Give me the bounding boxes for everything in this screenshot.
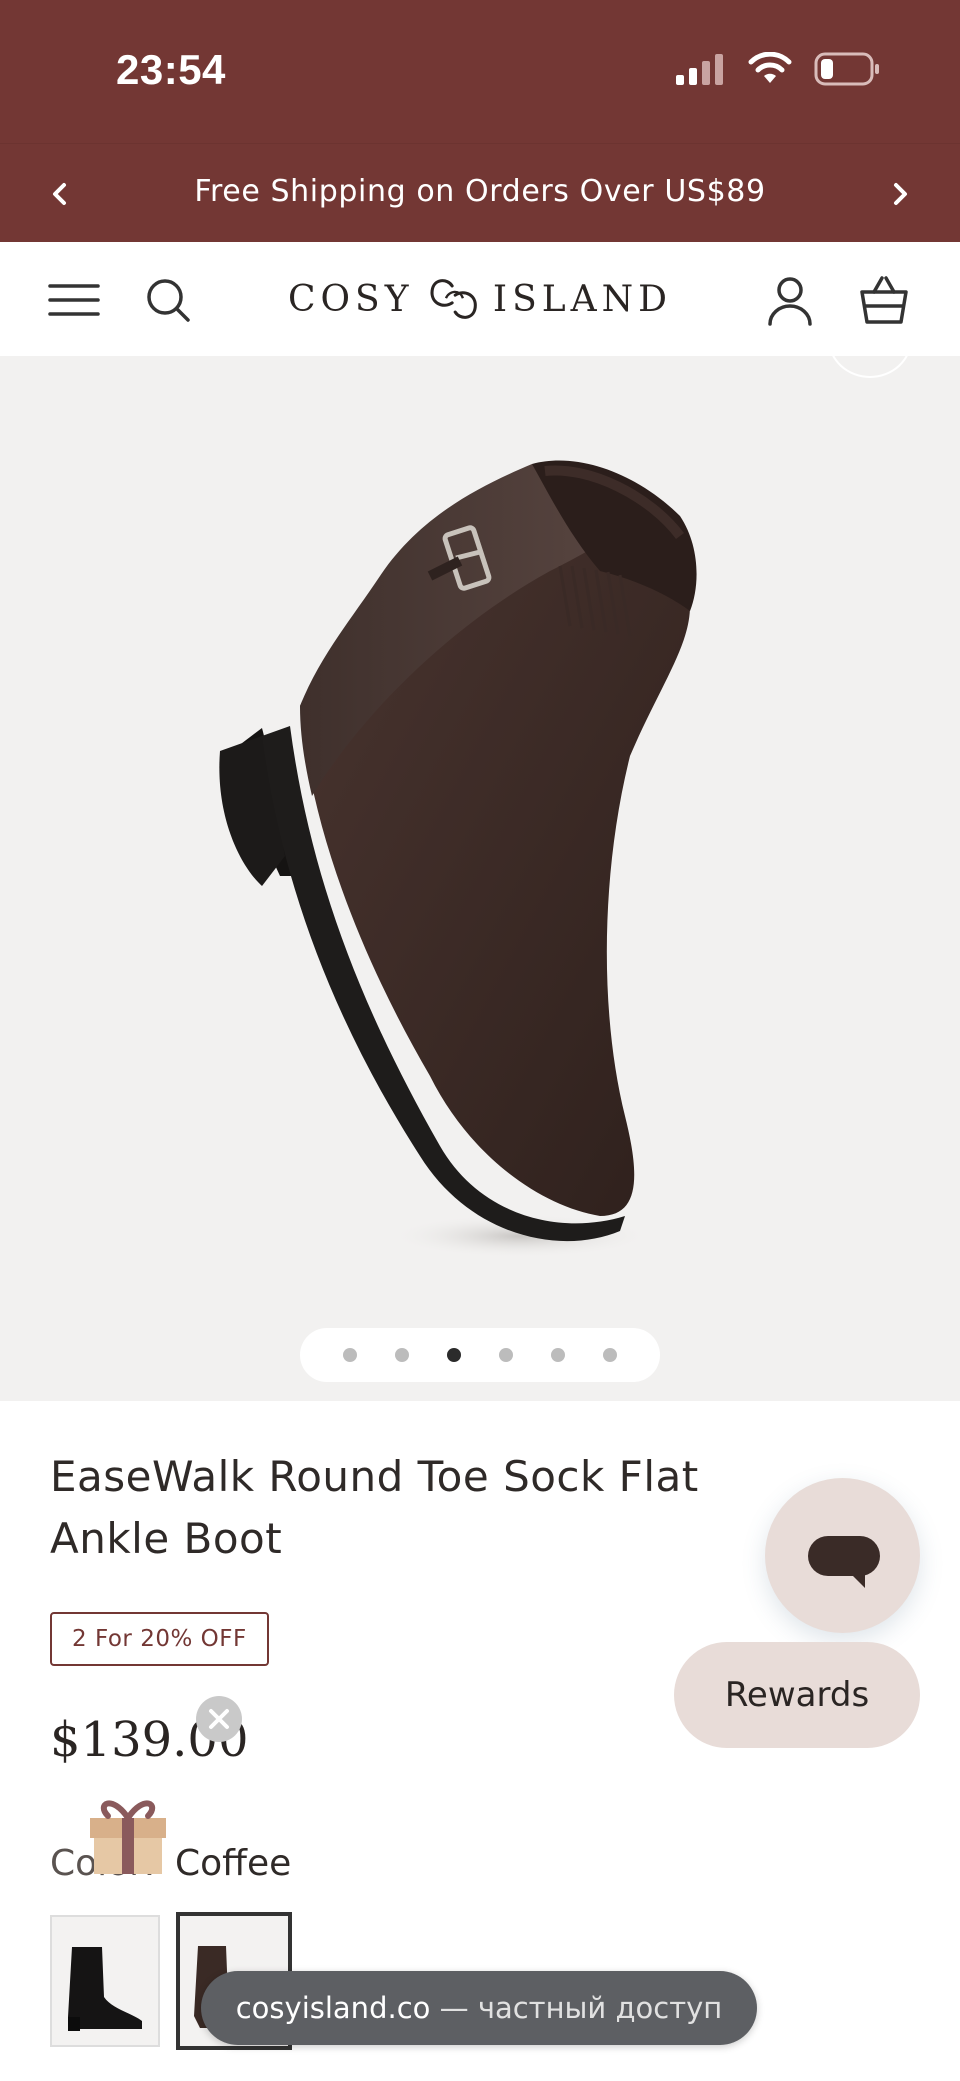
announcement-text[interactable]: Free Shipping on Orders Over US$89 (0, 174, 960, 209)
status-icons (676, 52, 880, 86)
logo-monogram-icon (430, 279, 477, 319)
product-gallery[interactable] (0, 356, 960, 1401)
cart-icon[interactable] (856, 272, 912, 328)
close-icon[interactable] (196, 1696, 242, 1742)
color-swatch-black[interactable] (50, 1915, 160, 2047)
wifi-icon (748, 52, 792, 83)
menu-icon[interactable] (46, 272, 102, 328)
ankle-boot-image (219, 460, 697, 1258)
announcement-bar: Free Shipping on Orders Over US$89 (0, 143, 960, 243)
color-value: Coffee (175, 1843, 292, 1884)
gallery-dot-active[interactable] (447, 1348, 461, 1362)
promo-badge[interactable]: 2 For 20% OFF (50, 1612, 269, 1666)
chat-button[interactable] (765, 1478, 920, 1633)
gallery-dot[interactable] (551, 1348, 565, 1362)
rewards-button[interactable]: Rewards (674, 1642, 920, 1748)
gallery-dot[interactable] (343, 1348, 357, 1362)
gift-icon[interactable] (82, 1788, 174, 1874)
battery-icon (814, 52, 879, 86)
url-suffix: — частный доступ (430, 1991, 723, 2025)
site-logo[interactable]: COSY ISLAND (288, 268, 672, 330)
gallery-dot[interactable] (395, 1348, 409, 1362)
status-time: 23:54 (116, 46, 226, 93)
logo-text-right: ISLAND (492, 278, 672, 320)
account-icon[interactable] (762, 272, 818, 328)
gallery-pagination (300, 1328, 660, 1382)
signal-icon (676, 54, 723, 85)
chat-bubble-icon (808, 1536, 880, 1588)
url-host: cosyisland.co (235, 1991, 431, 2025)
status-bar: 23:54 (0, 0, 960, 143)
search-icon[interactable] (140, 272, 196, 328)
browser-url-bar[interactable]: cosyisland.co — частный доступ (201, 1971, 757, 2045)
product-title: EaseWalk Round Toe Sock Flat Ankle Boot (50, 1452, 699, 1563)
gallery-dot[interactable] (603, 1348, 617, 1362)
gallery-dot[interactable] (499, 1348, 513, 1362)
black-boot-thumbnail (68, 1947, 142, 2031)
chevron-right-icon[interactable] (880, 174, 920, 214)
logo-text-left: COSY (288, 278, 414, 320)
